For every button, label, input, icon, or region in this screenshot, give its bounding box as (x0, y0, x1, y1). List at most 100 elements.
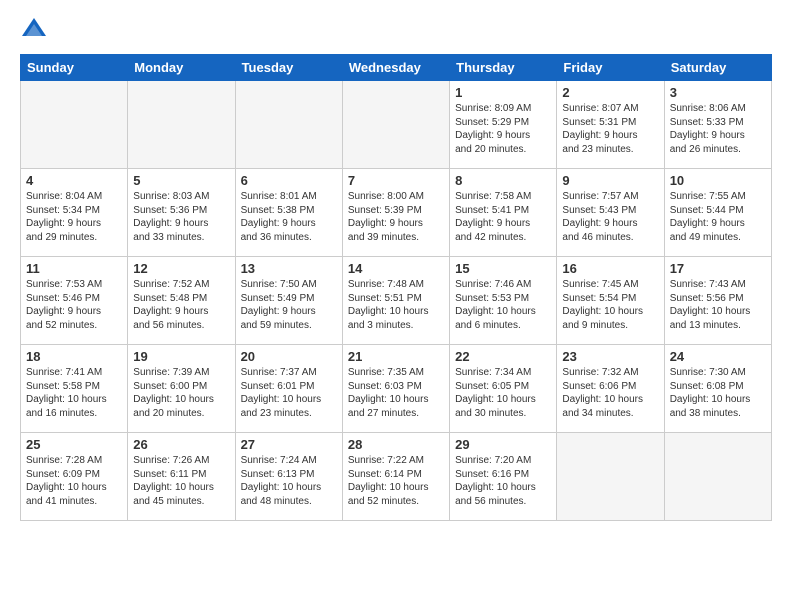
day-info: Sunrise: 7:41 AM Sunset: 5:58 PM Dayligh… (26, 366, 122, 420)
calendar-cell: 27 Sunrise: 7:24 AM Sunset: 6:13 PM Dayli… (235, 433, 342, 521)
day-info: Sunrise: 8:06 AM Sunset: 5:33 PM Dayligh… (670, 102, 766, 156)
calendar-cell (128, 81, 235, 169)
day-number: 9 (562, 173, 658, 188)
day-info: Sunrise: 7:35 AM Sunset: 6:03 PM Dayligh… (348, 366, 444, 420)
day-info: Sunrise: 7:52 AM Sunset: 5:48 PM Dayligh… (133, 278, 229, 332)
day-number: 25 (26, 437, 122, 452)
day-number: 23 (562, 349, 658, 364)
calendar-cell: 23 Sunrise: 7:32 AM Sunset: 6:06 PM Dayli… (557, 345, 664, 433)
calendar-cell: 25 Sunrise: 7:28 AM Sunset: 6:09 PM Dayli… (21, 433, 128, 521)
calendar-cell (235, 81, 342, 169)
day-info: Sunrise: 7:37 AM Sunset: 6:01 PM Dayligh… (241, 366, 337, 420)
day-info: Sunrise: 8:09 AM Sunset: 5:29 PM Dayligh… (455, 102, 551, 156)
calendar-cell: 11 Sunrise: 7:53 AM Sunset: 5:46 PM Dayli… (21, 257, 128, 345)
day-info: Sunrise: 7:32 AM Sunset: 6:06 PM Dayligh… (562, 366, 658, 420)
header-thursday: Thursday (450, 55, 557, 81)
day-info: Sunrise: 7:55 AM Sunset: 5:44 PM Dayligh… (670, 190, 766, 244)
calendar-week-2: 4 Sunrise: 8:04 AM Sunset: 5:34 PM Daylig… (21, 169, 772, 257)
calendar-cell: 21 Sunrise: 7:35 AM Sunset: 6:03 PM Dayli… (342, 345, 449, 433)
day-number: 5 (133, 173, 229, 188)
day-number: 10 (670, 173, 766, 188)
day-number: 14 (348, 261, 444, 276)
day-number: 19 (133, 349, 229, 364)
calendar-table: SundayMondayTuesdayWednesdayThursdayFrid… (20, 54, 772, 521)
day-info: Sunrise: 7:48 AM Sunset: 5:51 PM Dayligh… (348, 278, 444, 332)
calendar-cell: 2 Sunrise: 8:07 AM Sunset: 5:31 PM Daylig… (557, 81, 664, 169)
calendar-cell: 24 Sunrise: 7:30 AM Sunset: 6:08 PM Dayli… (664, 345, 771, 433)
day-info: Sunrise: 7:30 AM Sunset: 6:08 PM Dayligh… (670, 366, 766, 420)
header-saturday: Saturday (664, 55, 771, 81)
day-number: 29 (455, 437, 551, 452)
calendar-cell (664, 433, 771, 521)
day-info: Sunrise: 8:04 AM Sunset: 5:34 PM Dayligh… (26, 190, 122, 244)
header (20, 16, 772, 44)
calendar-week-4: 18Sunrise: 7:41 AM Sunset: 5:58 PM Dayli… (21, 345, 772, 433)
day-info: Sunrise: 7:50 AM Sunset: 5:49 PM Dayligh… (241, 278, 337, 332)
day-info: Sunrise: 8:03 AM Sunset: 5:36 PM Dayligh… (133, 190, 229, 244)
calendar-cell: 18Sunrise: 7:41 AM Sunset: 5:58 PM Dayli… (21, 345, 128, 433)
page-container: SundayMondayTuesdayWednesdayThursdayFrid… (0, 0, 792, 531)
day-number: 12 (133, 261, 229, 276)
day-info: Sunrise: 8:01 AM Sunset: 5:38 PM Dayligh… (241, 190, 337, 244)
calendar-cell: 10 Sunrise: 7:55 AM Sunset: 5:44 PM Dayli… (664, 169, 771, 257)
calendar-week-3: 11 Sunrise: 7:53 AM Sunset: 5:46 PM Dayli… (21, 257, 772, 345)
calendar-cell: 29Sunrise: 7:20 AM Sunset: 6:16 PM Dayli… (450, 433, 557, 521)
day-number: 28 (348, 437, 444, 452)
header-tuesday: Tuesday (235, 55, 342, 81)
day-number: 8 (455, 173, 551, 188)
day-number: 1 (455, 85, 551, 100)
calendar-cell: 13Sunrise: 7:50 AM Sunset: 5:49 PM Dayli… (235, 257, 342, 345)
calendar-cell: 26 Sunrise: 7:26 AM Sunset: 6:11 PM Dayli… (128, 433, 235, 521)
day-info: Sunrise: 7:26 AM Sunset: 6:11 PM Dayligh… (133, 454, 229, 508)
day-info: Sunrise: 7:46 AM Sunset: 5:53 PM Dayligh… (455, 278, 551, 332)
calendar-cell: 17Sunrise: 7:43 AM Sunset: 5:56 PM Dayli… (664, 257, 771, 345)
calendar-cell: 3Sunrise: 8:06 AM Sunset: 5:33 PM Daylig… (664, 81, 771, 169)
day-number: 26 (133, 437, 229, 452)
header-friday: Friday (557, 55, 664, 81)
calendar-cell: 14 Sunrise: 7:48 AM Sunset: 5:51 PM Dayli… (342, 257, 449, 345)
calendar-week-1: 1 Sunrise: 8:09 AM Sunset: 5:29 PM Daylig… (21, 81, 772, 169)
day-number: 22 (455, 349, 551, 364)
logo (20, 16, 52, 44)
day-number: 15 (455, 261, 551, 276)
day-number: 11 (26, 261, 122, 276)
calendar-cell: 15 Sunrise: 7:46 AM Sunset: 5:53 PM Dayli… (450, 257, 557, 345)
calendar-cell (557, 433, 664, 521)
calendar-cell: 5 Sunrise: 8:03 AM Sunset: 5:36 PM Daylig… (128, 169, 235, 257)
day-number: 6 (241, 173, 337, 188)
header-wednesday: Wednesday (342, 55, 449, 81)
calendar-cell: 12 Sunrise: 7:52 AM Sunset: 5:48 PM Dayli… (128, 257, 235, 345)
day-info: Sunrise: 8:07 AM Sunset: 5:31 PM Dayligh… (562, 102, 658, 156)
day-info: Sunrise: 7:53 AM Sunset: 5:46 PM Dayligh… (26, 278, 122, 332)
calendar-cell: 4 Sunrise: 8:04 AM Sunset: 5:34 PM Daylig… (21, 169, 128, 257)
day-number: 24 (670, 349, 766, 364)
day-info: Sunrise: 7:24 AM Sunset: 6:13 PM Dayligh… (241, 454, 337, 508)
calendar-header-row: SundayMondayTuesdayWednesdayThursdayFrid… (21, 55, 772, 81)
day-number: 27 (241, 437, 337, 452)
calendar-cell (21, 81, 128, 169)
day-info: Sunrise: 7:22 AM Sunset: 6:14 PM Dayligh… (348, 454, 444, 508)
day-info: Sunrise: 7:57 AM Sunset: 5:43 PM Dayligh… (562, 190, 658, 244)
calendar-week-5: 25 Sunrise: 7:28 AM Sunset: 6:09 PM Dayli… (21, 433, 772, 521)
calendar-cell: 1 Sunrise: 8:09 AM Sunset: 5:29 PM Daylig… (450, 81, 557, 169)
day-number: 4 (26, 173, 122, 188)
header-sunday: Sunday (21, 55, 128, 81)
day-number: 2 (562, 85, 658, 100)
calendar-cell: 16Sunrise: 7:45 AM Sunset: 5:54 PM Dayli… (557, 257, 664, 345)
day-number: 20 (241, 349, 337, 364)
calendar-cell: 8 Sunrise: 7:58 AM Sunset: 5:41 PM Daylig… (450, 169, 557, 257)
day-info: Sunrise: 7:34 AM Sunset: 6:05 PM Dayligh… (455, 366, 551, 420)
calendar-cell: 9 Sunrise: 7:57 AM Sunset: 5:43 PM Daylig… (557, 169, 664, 257)
header-monday: Monday (128, 55, 235, 81)
day-number: 7 (348, 173, 444, 188)
calendar-cell: 22 Sunrise: 7:34 AM Sunset: 6:05 PM Dayli… (450, 345, 557, 433)
day-info: Sunrise: 7:45 AM Sunset: 5:54 PM Dayligh… (562, 278, 658, 332)
day-info: Sunrise: 7:28 AM Sunset: 6:09 PM Dayligh… (26, 454, 122, 508)
calendar-cell: 28 Sunrise: 7:22 AM Sunset: 6:14 PM Dayli… (342, 433, 449, 521)
day-number: 21 (348, 349, 444, 364)
logo-icon (20, 16, 48, 44)
calendar-cell (342, 81, 449, 169)
day-info: Sunrise: 7:58 AM Sunset: 5:41 PM Dayligh… (455, 190, 551, 244)
day-number: 17 (670, 261, 766, 276)
day-info: Sunrise: 8:00 AM Sunset: 5:39 PM Dayligh… (348, 190, 444, 244)
